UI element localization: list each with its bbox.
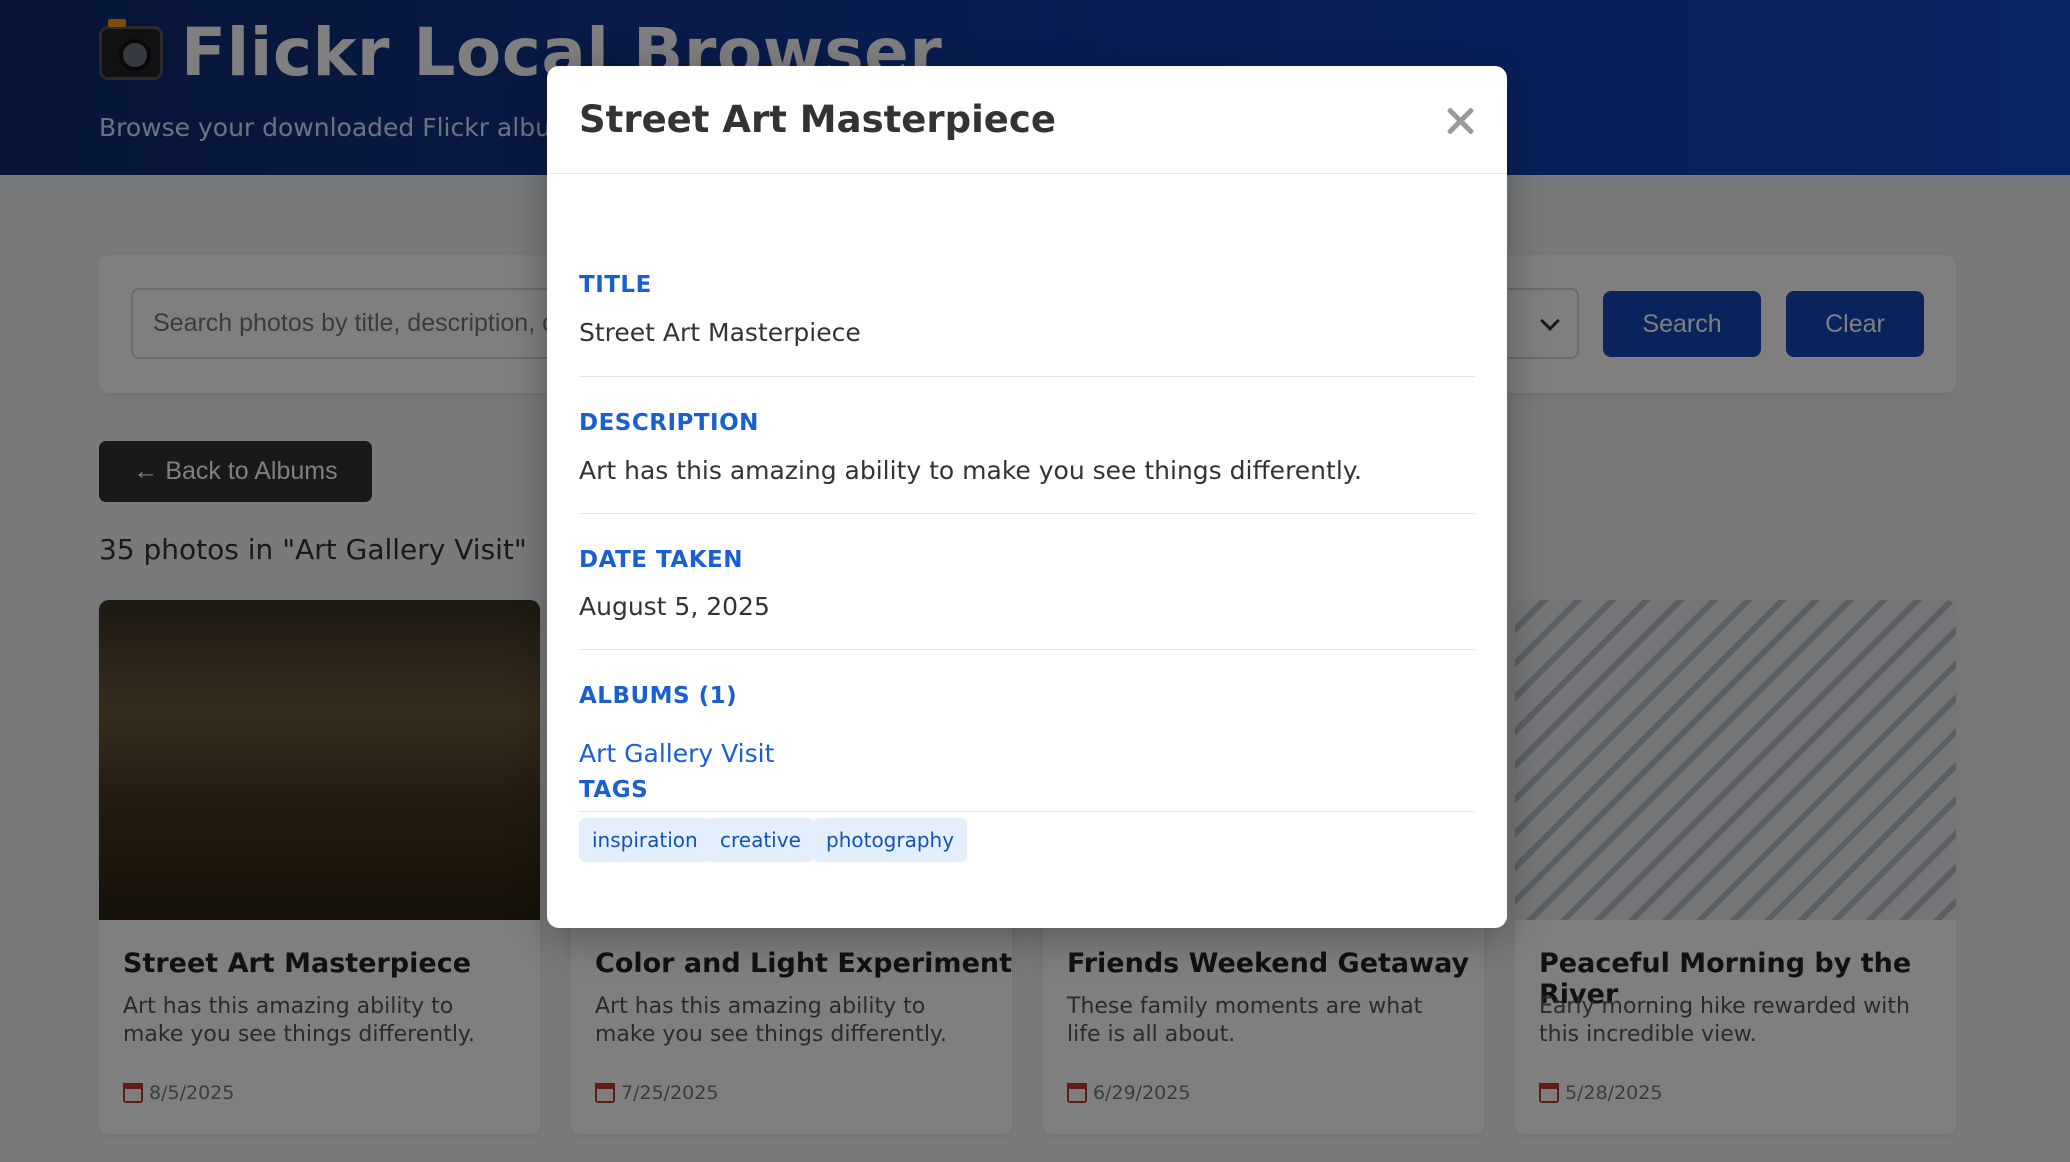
albums-label: ALBUMS (1) — [579, 683, 738, 709]
description-value: Art has this amazing ability to make you… — [579, 456, 1362, 485]
album-link[interactable]: Art Gallery Visit — [579, 739, 774, 768]
close-icon[interactable] — [1443, 104, 1477, 138]
date-label: DATE TAKEN — [579, 547, 744, 573]
title-section: TITLE Street Art Masterpiece — [579, 174, 1475, 377]
tag-chip[interactable]: photography — [813, 818, 968, 862]
description-section: DESCRIPTION Art has this amazing ability… — [579, 377, 1475, 514]
modal-title: Street Art Masterpiece — [579, 98, 1056, 141]
tags-label: TAGS — [579, 777, 649, 803]
description-label: DESCRIPTION — [579, 410, 759, 436]
title-label: TITLE — [579, 272, 652, 298]
modal-header: Street Art Masterpiece — [547, 66, 1507, 174]
albums-section: ALBUMS (1) Art Gallery Visit — [579, 650, 1475, 812]
tag-chip[interactable]: inspiration — [579, 818, 711, 862]
title-value: Street Art Masterpiece — [579, 318, 861, 347]
tag-chip[interactable]: creative — [707, 818, 814, 862]
photo-details-modal: Street Art Masterpiece TITLE Street Art … — [547, 66, 1507, 928]
date-value: August 5, 2025 — [579, 592, 770, 621]
date-section: DATE TAKEN August 5, 2025 — [579, 514, 1475, 650]
